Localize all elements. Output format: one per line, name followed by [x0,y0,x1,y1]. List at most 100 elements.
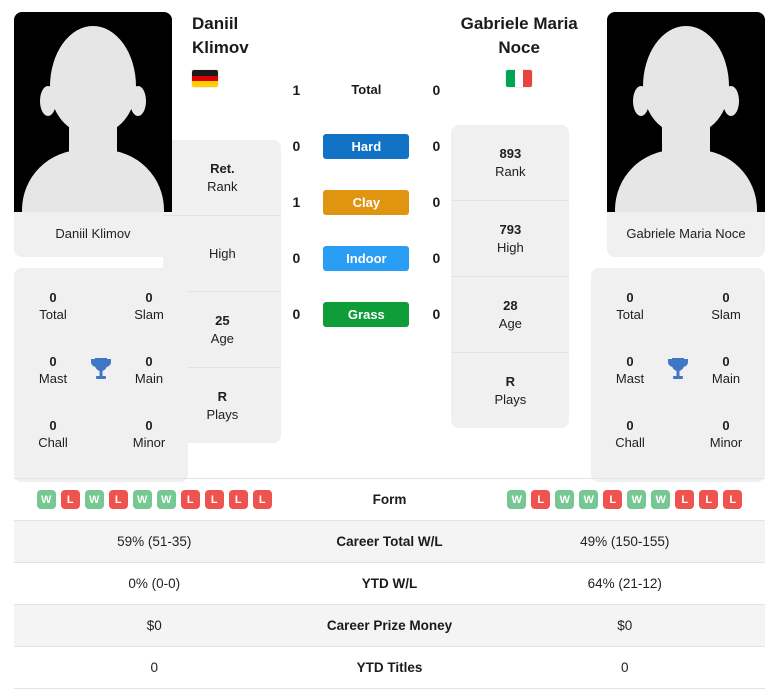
right-ytd-titles: 0 [620,660,629,675]
left-player-avatar [14,12,172,212]
right-titles-slam: 0 Slam [695,289,757,323]
surface-badge-clay[interactable]: Clay [323,189,410,215]
left-age-label: Age [210,330,234,346]
left-titles-mast-label: Mast [38,371,68,386]
left-titles-row-2: 0 Mast 0 Main [22,338,180,402]
left-titles-row-3: 0 Chall 0 Minor [22,402,180,466]
left-stat-rank: Ret. Rank [163,140,282,216]
form-badge-loss[interactable]: L [108,490,128,509]
form-badge-win[interactable]: W [627,490,647,509]
avatar-ear-right-shape [723,86,739,116]
right-titles-chall-value: 0 [626,418,634,433]
player-comparison-page: Daniil Klimov Daniil Klimov Ret. Rank Hi… [0,0,779,699]
right-player-titles-card: 0 Total 0 Slam 0 Mast 0 Main 0 Chall 0 M… [591,268,765,482]
form-badge-loss[interactable]: L [531,490,551,509]
form-badge-win[interactable]: W [651,490,671,509]
trophy-icon [91,358,111,379]
form-badge-win[interactable]: W [84,490,104,509]
left-ytd-wl: 0% (0-0) [128,576,181,591]
form-badge-loss[interactable]: L [252,490,272,509]
right-titles-row-3: 0 Chall 0 Minor [599,402,757,466]
h2h-clay-right-score: 0 [432,194,441,210]
left-titles-minor-value: 0 [145,418,153,433]
left-titles-chall-label: Chall [38,435,68,450]
surface-badge-hard[interactable]: Hard [323,133,410,159]
form-badge-loss[interactable]: L [603,490,623,509]
right-high-value: 793 [499,221,522,237]
avatar-ear-left-shape [633,86,649,116]
right-titles-main: 0 Main [695,353,757,387]
avatar-ear-left-shape [40,86,56,116]
form-badge-loss[interactable]: L [699,490,719,509]
right-high-label: High [496,239,524,255]
avatar-body-shape [22,150,164,212]
h2h-hard-right-score: 0 [432,138,441,154]
right-rank-value: 893 [499,145,522,161]
h2h-total-right-score: 0 [432,82,441,98]
form-badge-win[interactable]: W [156,490,176,509]
right-titles-mast-value: 0 [626,354,634,369]
form-badge-win[interactable]: W [36,490,56,509]
right-player-flag-italy-icon [506,70,533,87]
table-row-ytd-titles: 0 YTD Titles 0 [14,647,765,689]
right-titles-chall: 0 Chall [599,417,661,451]
trophy-icon [668,358,688,379]
left-titles-main: 0 Main [118,353,180,387]
right-age-value: 28 [503,297,518,313]
right-titles-chall-label: Chall [615,435,645,450]
left-player-photo-card: Daniil Klimov [14,12,172,257]
right-ytd-wl: 64% (21-12) [587,576,662,591]
row-label-ytd-titles: YTD Titles [356,660,423,675]
form-badge-loss[interactable]: L [228,490,248,509]
h2h-indoor-left-score: 0 [292,250,301,266]
right-player-avatar [607,12,765,212]
left-titles-total-label: Total [39,307,67,322]
form-badge-win[interactable]: W [507,490,527,509]
h2h-total-label-cell: Total [311,81,421,99]
row-label-career-prize-money: Career Prize Money [326,618,453,633]
left-titles-mast-value: 0 [49,354,57,369]
h2h-clay-left-score: 1 [292,194,301,210]
right-form-strip: WLWWLWWLLL [489,490,762,509]
row-label-form: Form [372,492,407,507]
row-label-ytd-wl: YTD W/L [361,576,418,591]
right-titles-total: 0 Total [599,289,661,323]
left-player-titles-card: 0 Total 0 Slam 0 Mast 0 Main 0 Chall 0 M… [14,268,188,482]
right-titles-row-2: 0 Mast 0 Main [599,338,757,402]
left-titles-row-1: 0 Total 0 Slam [22,274,180,338]
right-rank-label: Rank [495,163,526,179]
form-badge-loss[interactable]: L [180,490,200,509]
left-player-name: Daniil Klimov [192,14,249,57]
form-badge-loss[interactable]: L [723,490,743,509]
h2h-indoor-right-score: 0 [432,250,441,266]
form-badge-win[interactable]: W [132,490,152,509]
left-career-prize-money: $0 [146,618,162,633]
surface-badge-indoor[interactable]: Indoor [323,245,410,271]
form-badge-win[interactable]: W [579,490,599,509]
left-titles-mast: 0 Mast [22,353,84,387]
left-form-cell: WLWLWWLLLL [14,484,295,515]
left-rank-value: Ret. [210,160,235,176]
right-titles-main-label: Main [711,371,741,386]
right-titles-row-1: 0 Total 0 Slam [599,274,757,338]
h2h-total-left-score: 1 [292,82,301,98]
form-badge-loss[interactable]: L [204,490,224,509]
surface-badge-grass[interactable]: Grass [323,301,410,327]
left-plays-value: R [217,388,228,404]
right-titles-slam-label: Slam [711,307,741,322]
left-player-name-block: Daniil Klimov [192,12,281,92]
left-ytd-titles: 0 [150,660,158,675]
left-player-photo-caption: Daniil Klimov [55,226,131,241]
form-badge-loss[interactable]: L [675,490,695,509]
h2h-clay-label-cell: Clay [311,189,421,215]
left-titles-chall: 0 Chall [22,417,84,451]
form-badge-loss[interactable]: L [60,490,80,509]
left-titles-slam-value: 0 [145,290,153,305]
left-titles-minor-label: Minor [132,435,166,450]
left-titles-chall-value: 0 [49,418,57,433]
form-badge-win[interactable]: W [555,490,575,509]
left-age-value: 25 [215,312,230,328]
h2h-row-clay: 1 Clay 0 [281,174,451,230]
h2h-row-indoor: 0 Indoor 0 [281,230,451,286]
right-stat-high: 793 High [451,201,570,277]
